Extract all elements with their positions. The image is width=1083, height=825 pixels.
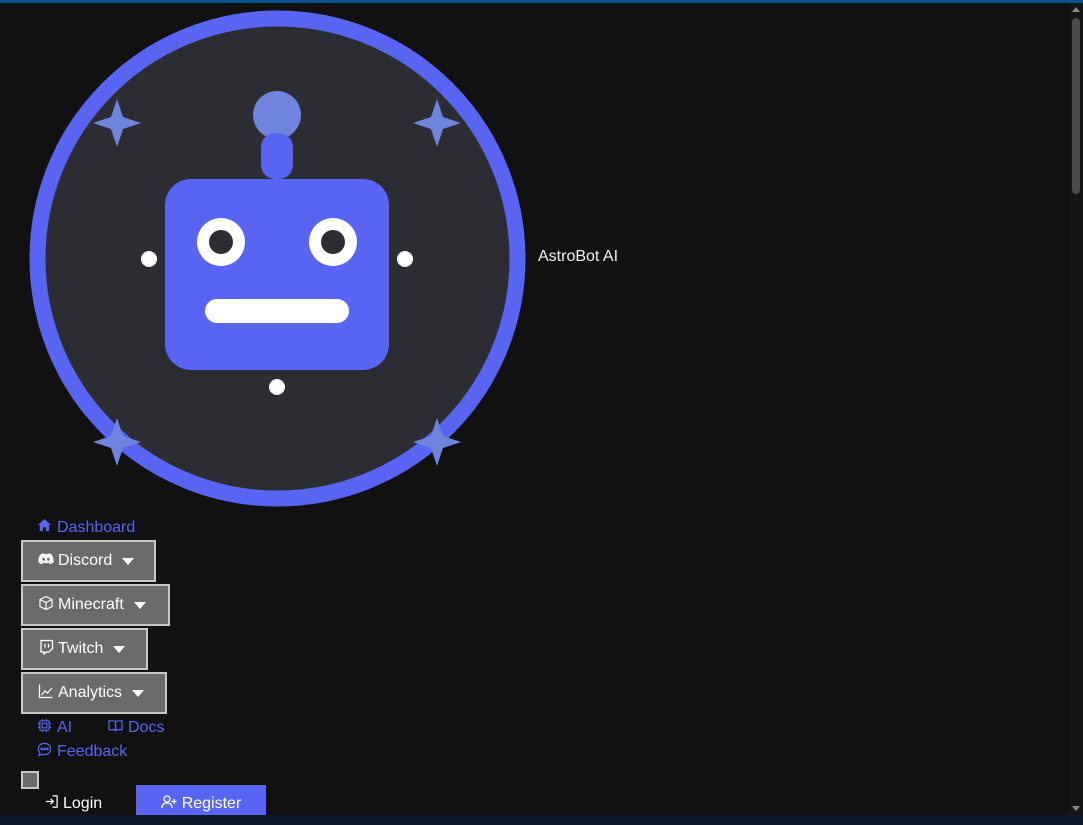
nav-ai-label: AI (57, 719, 73, 736)
analytics-dropdown-label: Analytics (58, 684, 123, 701)
window-top-border (0, 0, 1083, 3)
discord-dropdown-button[interactable]: Discord (21, 540, 156, 582)
nav-feedback-link[interactable]: Feedback (37, 742, 127, 762)
window-bottom-border (0, 815, 1083, 825)
twitch-dropdown-button[interactable]: Twitch (21, 628, 148, 670)
twitch-icon (38, 639, 54, 660)
nav-ai-link[interactable]: AI (37, 718, 72, 738)
cube-icon (38, 595, 54, 616)
discord-icon (38, 551, 54, 572)
nav-docs-link[interactable]: Docs (108, 718, 164, 738)
chart-line-icon (38, 683, 54, 704)
home-icon (37, 518, 52, 538)
register-button[interactable]: Register (136, 785, 266, 815)
analytics-dropdown-button[interactable]: Analytics (21, 672, 167, 714)
discord-dropdown-label: Discord (58, 552, 113, 569)
register-label: Register (181, 795, 242, 812)
book-icon (108, 718, 123, 738)
scroll-down-arrow-icon[interactable] (1072, 806, 1080, 811)
menu-toggle-checkbox[interactable] (21, 771, 39, 789)
scroll-up-arrow-icon[interactable] (1072, 7, 1080, 12)
chip-icon (37, 718, 52, 738)
nav-dashboard-link[interactable]: Dashboard (37, 518, 135, 538)
login-icon (44, 794, 59, 814)
twitch-dropdown-label: Twitch (58, 640, 104, 657)
caret-down-icon (133, 601, 146, 609)
nav-dashboard-label: Dashboard (57, 519, 136, 536)
scrollbar-thumb[interactable] (1072, 18, 1080, 194)
chat-icon (37, 742, 52, 762)
brand-name: AstroBot AI (538, 248, 619, 265)
caret-down-icon (113, 645, 126, 653)
user-plus-icon (161, 794, 177, 815)
login-label: Login (63, 795, 103, 812)
nav-docs-label: Docs (128, 719, 165, 736)
caret-down-icon (132, 689, 145, 697)
minecraft-dropdown-button[interactable]: Minecraft (21, 584, 170, 626)
nav-feedback-label: Feedback (57, 743, 128, 760)
vertical-scrollbar[interactable] (1069, 3, 1083, 815)
robot-logo-icon (29, 10, 526, 507)
caret-down-icon (122, 557, 135, 565)
minecraft-dropdown-label: Minecraft (58, 596, 124, 613)
login-button[interactable]: Login (44, 794, 102, 814)
